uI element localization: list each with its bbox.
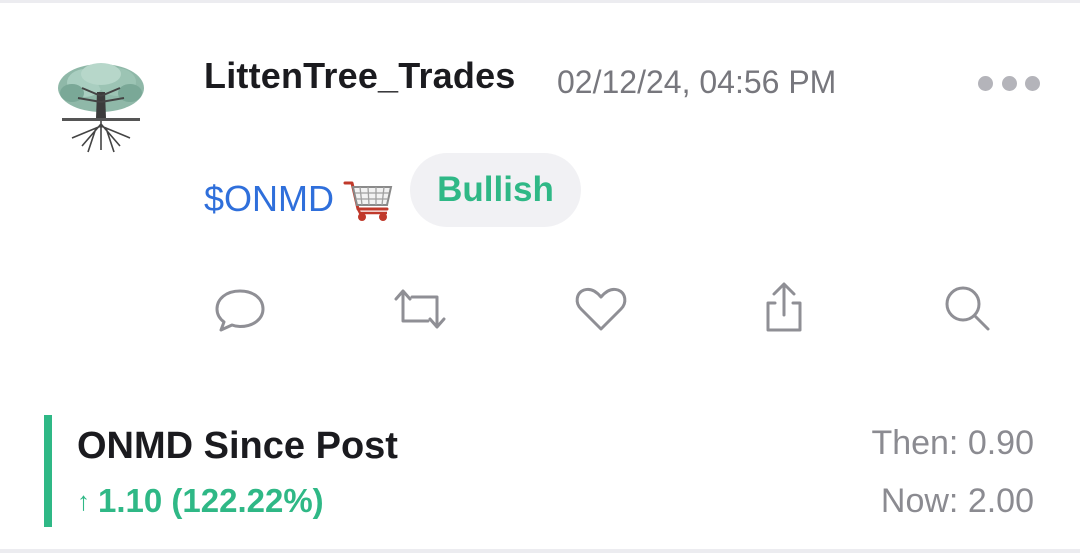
more-options-icon: [978, 75, 993, 91]
price-then: Then: 0.90: [871, 424, 1034, 462]
sentiment-badge: Bullish: [410, 153, 581, 227]
share-icon: [766, 282, 802, 332]
sentiment-label: Bullish: [437, 170, 554, 209]
post-card: LittenTree_Trades 02/12/24, 04:56 PM $ON…: [0, 0, 1080, 553]
performance-accent-bar: [44, 415, 52, 527]
heart-icon: [575, 287, 627, 331]
username[interactable]: LittenTree_Trades: [204, 55, 516, 97]
like-button[interactable]: [571, 279, 631, 339]
repost-icon: [394, 289, 446, 329]
ticker-link[interactable]: $ONMD: [204, 178, 334, 220]
tree-logo: [52, 58, 150, 156]
shopping-cart-icon: [343, 177, 395, 225]
share-button[interactable]: [754, 279, 814, 339]
performance-change: ↑ 1.10 (122.22%): [77, 482, 324, 520]
user-avatar[interactable]: [52, 58, 150, 156]
post-timestamp: 02/12/24, 04:56 PM: [557, 64, 837, 100]
up-arrow-icon: ↑: [77, 485, 90, 516]
comment-button[interactable]: [210, 279, 270, 339]
comment-icon: [215, 289, 265, 332]
more-options-button[interactable]: [978, 70, 1040, 96]
performance-change-value: 1.10 (122.22%): [98, 482, 324, 519]
search-button[interactable]: [937, 279, 997, 339]
reshare-button[interactable]: [390, 279, 450, 339]
search-icon: [945, 286, 990, 331]
performance-title: ONMD Since Post: [77, 425, 398, 467]
price-now: Now: 2.00: [880, 482, 1034, 520]
